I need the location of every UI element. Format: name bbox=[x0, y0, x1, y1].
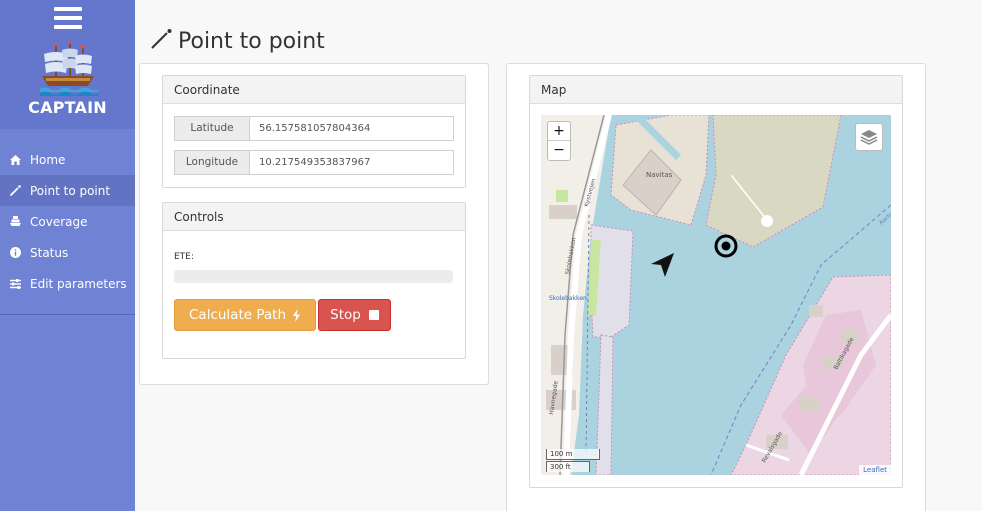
map-header: Map bbox=[530, 76, 902, 104]
coordinate-card: Coordinate Latitude 56.157581057804364 L… bbox=[162, 75, 466, 188]
latitude-input[interactable]: 56.157581057804364 bbox=[250, 116, 454, 141]
scale-imperial: 300 ft bbox=[546, 461, 590, 472]
sidebar-item-status[interactable]: Status bbox=[0, 237, 135, 268]
map-view[interactable]: Navitas Kystvejen Skolebakken Skolebakke… bbox=[541, 115, 891, 475]
scale-metric: 100 m bbox=[546, 449, 600, 460]
controls-card: Controls ETE: Calculate Path Stop bbox=[162, 202, 466, 359]
sidebar-item-label: Edit parameters bbox=[30, 276, 127, 291]
longitude-input[interactable]: 10.217549353837967 bbox=[250, 150, 454, 175]
sidebar-item-label: Home bbox=[30, 152, 66, 167]
stop-button[interactable]: Stop bbox=[318, 299, 391, 331]
page-title: Point to point bbox=[150, 28, 325, 54]
calculate-path-button[interactable]: Calculate Path bbox=[174, 299, 316, 331]
ete-label: ETE: bbox=[174, 252, 194, 262]
sidebar-item-home[interactable]: Home bbox=[0, 144, 135, 175]
sidebar: CAPTAIN Home Point to point Coverage Sta… bbox=[0, 0, 135, 511]
ship-logo-icon bbox=[40, 41, 98, 96]
zoom-control: + − bbox=[547, 121, 571, 161]
coordinate-header: Coordinate bbox=[163, 76, 465, 104]
right-panel: Map Navitas Kystvejen Skolebakken Skoleb… bbox=[506, 63, 926, 511]
info-icon bbox=[8, 246, 22, 260]
ete-progress-bar bbox=[174, 270, 453, 283]
map-label-navitas: Navitas bbox=[646, 171, 673, 179]
left-panel: Coordinate Latitude 56.157581057804364 L… bbox=[139, 63, 489, 385]
zoom-in-button[interactable]: + bbox=[548, 122, 570, 141]
sidebar-item-label: Status bbox=[30, 245, 69, 260]
brand-name: CAPTAIN bbox=[28, 98, 107, 117]
ship-icon bbox=[8, 215, 22, 229]
sidebar-item-label: Coverage bbox=[30, 214, 88, 229]
longitude-label: Longitude bbox=[174, 150, 250, 175]
latitude-group: Latitude 56.157581057804364 bbox=[174, 116, 454, 141]
brand: CAPTAIN bbox=[0, 0, 135, 129]
map-card: Map Navitas Kystvejen Skolebakken Skoleb… bbox=[529, 75, 903, 488]
layers-icon bbox=[860, 130, 878, 145]
longitude-group: Longitude 10.217549353837967 bbox=[174, 150, 454, 175]
stop-label: Stop bbox=[330, 307, 361, 323]
magic-wand-icon bbox=[8, 184, 22, 198]
sidebar-item-label: Point to point bbox=[30, 183, 111, 198]
sidebar-nav: Home Point to point Coverage Status Edit… bbox=[0, 144, 135, 299]
layers-button[interactable] bbox=[855, 123, 883, 151]
sidebar-item-edit-parameters[interactable]: Edit parameters bbox=[0, 268, 135, 299]
zoom-out-button[interactable]: − bbox=[548, 141, 570, 160]
latitude-label: Latitude bbox=[174, 116, 250, 141]
sidebar-item-point-to-point[interactable]: Point to point bbox=[0, 175, 135, 206]
map-tiles[interactable]: Navitas Kystvejen Skolebakken Skolebakke… bbox=[541, 115, 891, 475]
lightning-icon bbox=[292, 308, 301, 322]
menu-toggle-icon[interactable] bbox=[54, 7, 82, 29]
home-icon bbox=[8, 153, 22, 167]
sliders-icon bbox=[8, 277, 22, 291]
stop-icon bbox=[368, 310, 379, 320]
sidebar-item-coverage[interactable]: Coverage bbox=[0, 206, 135, 237]
magic-wand-icon bbox=[150, 28, 174, 54]
controls-header: Controls bbox=[163, 203, 465, 231]
calculate-path-label: Calculate Path bbox=[189, 307, 286, 323]
map-label-skolebakken-station: Skolebakken bbox=[549, 295, 587, 302]
map-attribution[interactable]: Leaflet bbox=[859, 465, 891, 475]
sidebar-divider bbox=[0, 314, 135, 315]
page-title-text: Point to point bbox=[178, 28, 325, 54]
